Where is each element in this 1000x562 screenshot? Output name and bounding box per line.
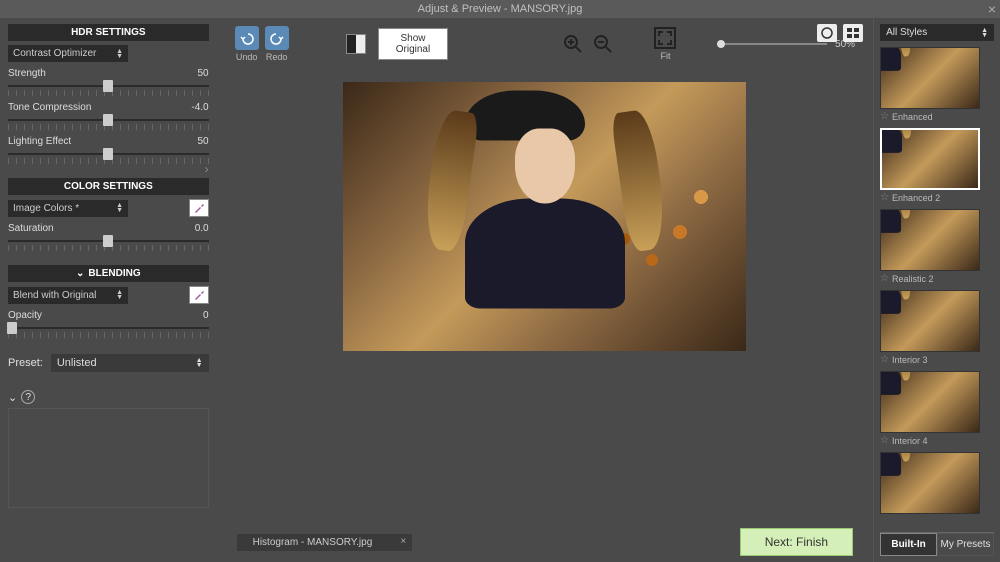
style-thumb[interactable]: ☆Enhanced 2 (880, 128, 994, 203)
preview-panel: Undo Redo Show Original (217, 18, 873, 562)
style-thumb[interactable]: ☆Interior 3 (880, 290, 994, 365)
preset-label: Preset: (8, 357, 43, 369)
eyedropper-button[interactable] (189, 286, 209, 304)
star-icon[interactable]: ☆ (880, 111, 889, 122)
strength-slider[interactable]: Strength 50 (8, 68, 209, 96)
star-icon[interactable]: ☆ (880, 354, 889, 365)
chevron-updown-icon: ▲▼ (196, 358, 203, 368)
window-title: Adjust & Preview - MANSORY.jpg (418, 3, 583, 15)
undo-button[interactable] (235, 26, 259, 50)
show-original-button[interactable]: Show Original (378, 28, 448, 60)
eyedropper-button[interactable] (189, 199, 209, 217)
styles-filter-dropdown[interactable]: All Styles ▲▼ (880, 24, 994, 41)
preview-image[interactable] (343, 82, 746, 351)
fit-button[interactable] (654, 27, 676, 49)
star-icon[interactable]: ☆ (880, 273, 889, 284)
zoom-out-button[interactable] (592, 33, 614, 55)
style-thumb[interactable]: ☆Interior 4 (880, 371, 994, 446)
chevron-down-icon: ⌄ (76, 268, 84, 279)
chevron-updown-icon: ▲▼ (116, 49, 123, 59)
star-icon[interactable]: ☆ (880, 192, 889, 203)
next-finish-button[interactable]: Next: Finish (740, 528, 853, 556)
hdr-method-dropdown[interactable]: Contrast Optimizer ▲▼ (8, 45, 128, 62)
styles-panel: All Styles ▲▼ ☆Enhanced☆Enhanced 2☆Reali… (873, 18, 1000, 562)
color-section-header: COLOR SETTINGS (8, 178, 209, 195)
help-text-box (8, 408, 209, 508)
grid-view-icon[interactable] (843, 24, 863, 42)
blending-section-header[interactable]: ⌄BLENDING (8, 265, 209, 282)
settings-panel: HDR SETTINGS Contrast Optimizer ▲▼ Stren… (0, 18, 217, 562)
toolbar: Undo Redo Show Original (217, 18, 873, 70)
saturation-slider[interactable]: Saturation 0.0 (8, 223, 209, 251)
builtin-tab[interactable]: Built-In (880, 533, 937, 556)
style-thumb[interactable]: ☆Enhanced (880, 47, 994, 122)
titlebar: Adjust & Preview - MANSORY.jpg × (0, 0, 1000, 18)
chevron-right-icon[interactable]: › (205, 162, 209, 176)
preset-dropdown[interactable]: Unlisted ▲▼ (51, 354, 209, 372)
opacity-slider[interactable]: Opacity 0 (8, 310, 209, 338)
redo-button[interactable] (265, 26, 289, 50)
mypresets-tab[interactable]: My Presets (937, 533, 994, 556)
single-view-icon[interactable] (817, 24, 837, 42)
chevron-down-icon[interactable]: ⌄ (8, 391, 17, 404)
split-preview-toggle[interactable] (346, 34, 366, 54)
styles-thumbnail-list[interactable]: ☆Enhanced☆Enhanced 2☆Realistic 2☆Interio… (880, 47, 994, 528)
style-thumb[interactable] (880, 452, 994, 514)
zoom-in-button[interactable] (562, 33, 584, 55)
style-thumb[interactable]: ☆Realistic 2 (880, 209, 994, 284)
close-icon[interactable]: × (400, 536, 406, 547)
star-icon[interactable]: ☆ (880, 435, 889, 446)
chevron-updown-icon: ▲▼ (116, 203, 123, 213)
hdr-section-header: HDR SETTINGS (8, 24, 209, 41)
histogram-tab[interactable]: Histogram - MANSORY.jpg × (237, 534, 413, 551)
help-icon[interactable]: ? (21, 390, 35, 404)
blending-method-dropdown[interactable]: Blend with Original ▲▼ (8, 287, 128, 304)
chevron-updown-icon: ▲▼ (981, 28, 988, 38)
lighting-effect-slider[interactable]: Lighting Effect 50 (8, 136, 209, 164)
close-icon[interactable]: × (988, 1, 996, 17)
color-method-dropdown[interactable]: Image Colors * ▲▼ (8, 200, 128, 217)
tone-compression-slider[interactable]: Tone Compression -4.0 (8, 102, 209, 130)
chevron-updown-icon: ▲▼ (116, 290, 123, 300)
